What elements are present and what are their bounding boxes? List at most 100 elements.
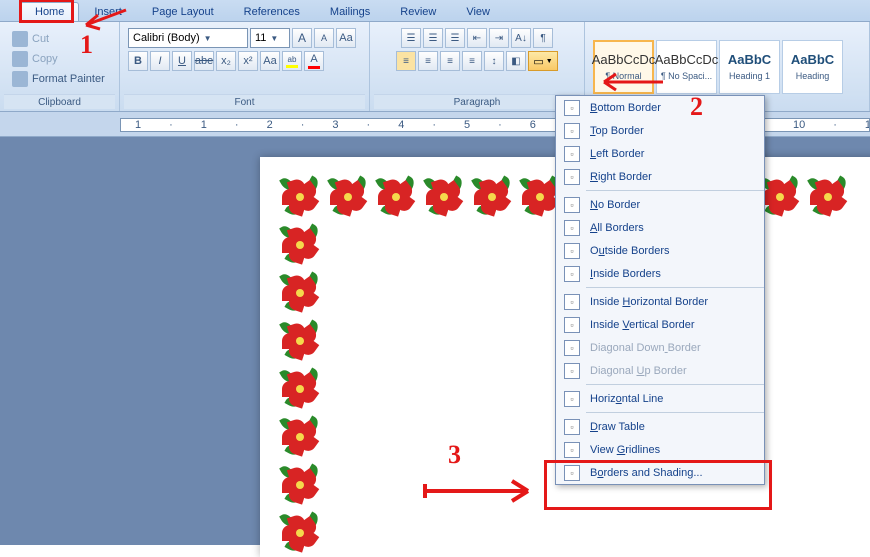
justify-button[interactable]: ≡ (462, 51, 482, 71)
border-icon: ▭ (533, 55, 543, 68)
menu-view-gridlines[interactable]: ▫View Gridlines (556, 438, 764, 461)
shading-button[interactable]: ◧ (506, 51, 526, 71)
annotation-arrow-3 (420, 478, 540, 504)
align-right-button[interactable]: ≡ (440, 51, 460, 71)
chevron-down-icon: ▼ (270, 34, 278, 43)
copy-button[interactable]: Copy (8, 50, 109, 68)
flower-border-decoration (808, 177, 848, 217)
border-type-icon: ▫ (564, 340, 580, 356)
menu-left-border[interactable]: ▫Left Border (556, 142, 764, 165)
border-type-icon: ▫ (564, 100, 580, 116)
grow-font-button[interactable]: A (292, 28, 312, 48)
scissors-icon (12, 31, 28, 47)
border-type-icon: ▫ (564, 442, 580, 458)
flower-border-decoration (520, 177, 560, 217)
tab-view[interactable]: View (451, 2, 505, 21)
menu-horizontal-line[interactable]: ▫Horizontal Line (556, 387, 764, 410)
border-type-icon: ▫ (564, 294, 580, 310)
shrink-font-button[interactable]: A (314, 28, 334, 48)
menu-outside-borders[interactable]: ▫Outside Borders (556, 239, 764, 262)
border-type-icon: ▫ (564, 197, 580, 213)
flower-border-decoration (280, 177, 320, 217)
font-size-combo[interactable]: 11 ▼ (250, 28, 290, 48)
style-heading-1[interactable]: AaBbCHeading 1 (719, 40, 780, 94)
menu-inside-vertical-border[interactable]: ▫Inside Vertical Border (556, 313, 764, 336)
group-paragraph: ☰ ☰ ☰ ⇤ ⇥ A↓ ¶ ≡ ≡ ≡ ≡ ↕ ◧ ▭▼ Paragraph (370, 22, 585, 111)
flower-border-decoration (280, 465, 320, 505)
menu-top-border[interactable]: ▫Top Border (556, 119, 764, 142)
flower-border-decoration (328, 177, 368, 217)
subscript-button[interactable]: x₂ (216, 51, 236, 71)
border-type-icon: ▫ (564, 391, 580, 407)
flower-border-decoration (280, 321, 320, 361)
format-painter-button[interactable]: Format Painter (8, 70, 109, 88)
font-group-label: Font (124, 94, 365, 109)
align-left-button[interactable]: ≡ (396, 51, 416, 71)
flower-border-decoration (280, 225, 320, 265)
italic-button[interactable]: I (150, 51, 170, 71)
border-type-icon: ▫ (564, 317, 580, 333)
chevron-down-icon: ▼ (546, 58, 553, 65)
annotation-box-3 (544, 460, 772, 510)
indent-inc-button[interactable]: ⇥ (489, 28, 509, 48)
copy-icon (12, 51, 28, 67)
border-type-icon: ▫ (564, 169, 580, 185)
menu-inside-horizontal-border[interactable]: ▫Inside Horizontal Border (556, 290, 764, 313)
group-font: Calibri (Body)▼ 11▼ A A Aa B I U abe x₂ … (120, 22, 370, 111)
chevron-down-icon: ▼ (204, 34, 212, 43)
border-type-icon: ▫ (564, 123, 580, 139)
tab-mailings[interactable]: Mailings (315, 2, 385, 21)
flower-border-decoration (280, 513, 320, 553)
annotation-number-1: 1 (80, 30, 93, 60)
superscript-button[interactable]: x² (238, 51, 258, 71)
border-type-icon: ▫ (564, 243, 580, 259)
underline-button[interactable]: U (172, 51, 192, 71)
border-type-icon: ▫ (564, 220, 580, 236)
change-case-button[interactable]: Aa (260, 51, 280, 71)
tab-page-layout[interactable]: Page Layout (137, 2, 229, 21)
flower-border-decoration (280, 273, 320, 313)
font-name-value: Calibri (Body) (133, 32, 200, 44)
menu-diagonal-up-border: ▫Diagonal Up Border (556, 359, 764, 382)
line-spacing-button[interactable]: ↕ (484, 51, 504, 71)
format-painter-label: Format Painter (32, 73, 105, 85)
flower-border-decoration (472, 177, 512, 217)
menu-diagonal-down-border: ▫Diagonal Down Border (556, 336, 764, 359)
flower-border-decoration (376, 177, 416, 217)
menu-inside-borders[interactable]: ▫Inside Borders (556, 262, 764, 285)
border-type-icon: ▫ (564, 419, 580, 435)
bullets-button[interactable]: ☰ (401, 28, 421, 48)
indent-dec-button[interactable]: ⇤ (467, 28, 487, 48)
border-type-icon: ▫ (564, 363, 580, 379)
border-type-icon: ▫ (564, 146, 580, 162)
flower-border-decoration (280, 369, 320, 409)
clipboard-group-label: Clipboard (4, 94, 115, 109)
style-heading[interactable]: AaBbCHeading (782, 40, 843, 94)
borders-dropdown-button[interactable]: ▭▼ (528, 51, 558, 71)
tab-references[interactable]: References (229, 2, 315, 21)
annotation-box-1 (19, 0, 74, 23)
menu-right-border[interactable]: ▫Right Border (556, 165, 764, 188)
menu-no-border[interactable]: ▫No Border (556, 193, 764, 216)
sort-button[interactable]: A↓ (511, 28, 531, 48)
clear-format-button[interactable]: Aa (336, 28, 356, 48)
annotation-number-3: 3 (448, 440, 461, 470)
align-center-button[interactable]: ≡ (418, 51, 438, 71)
show-marks-button[interactable]: ¶ (533, 28, 553, 48)
numbering-button[interactable]: ☰ (423, 28, 443, 48)
cut-label: Cut (32, 33, 49, 45)
menu-bottom-border[interactable]: ▫Bottom Border (556, 96, 764, 119)
font-color-button[interactable]: A (304, 51, 324, 71)
menu-all-borders[interactable]: ▫All Borders (556, 216, 764, 239)
ribbon-tabs: HomeInsertPage LayoutReferencesMailingsR… (0, 0, 870, 22)
group-clipboard: Cut Copy Format Painter Clipboard (0, 22, 120, 111)
font-size-value: 11 (255, 32, 266, 44)
menu-draw-table[interactable]: ▫Draw Table (556, 415, 764, 438)
strike-button[interactable]: abe (194, 51, 214, 71)
bold-button[interactable]: B (128, 51, 148, 71)
highlight-button[interactable]: ab (282, 51, 302, 71)
tab-review[interactable]: Review (385, 2, 451, 21)
multilevel-button[interactable]: ☰ (445, 28, 465, 48)
flower-border-decoration (424, 177, 464, 217)
font-name-combo[interactable]: Calibri (Body) ▼ (128, 28, 248, 48)
